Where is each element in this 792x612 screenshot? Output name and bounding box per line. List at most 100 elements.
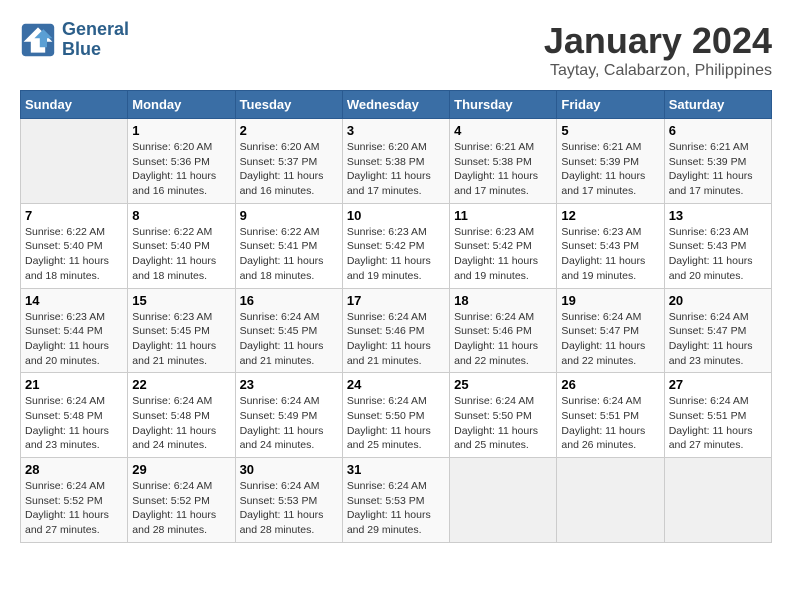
day-cell: 12Sunrise: 6:23 AM Sunset: 5:43 PM Dayli… xyxy=(557,203,664,288)
day-info: Sunrise: 6:21 AM Sunset: 5:39 PM Dayligh… xyxy=(561,140,659,199)
day-info: Sunrise: 6:24 AM Sunset: 5:46 PM Dayligh… xyxy=(454,310,552,369)
day-cell: 6Sunrise: 6:21 AM Sunset: 5:39 PM Daylig… xyxy=(664,119,771,204)
page-header: General Blue January 2024 Taytay, Calaba… xyxy=(20,20,772,80)
day-info: Sunrise: 6:24 AM Sunset: 5:48 PM Dayligh… xyxy=(132,394,230,453)
day-cell: 24 Sunrise: 6:24 AM Sunset: 5:50 PM Dayli… xyxy=(342,373,449,458)
day-number: 4 xyxy=(454,123,552,138)
column-header-thursday: Thursday xyxy=(450,91,557,119)
day-cell xyxy=(21,119,128,204)
day-number: 5 xyxy=(561,123,659,138)
day-number: 27 xyxy=(669,377,767,392)
day-cell: 30Sunrise: 6:24 AM Sunset: 5:53 PM Dayli… xyxy=(235,458,342,543)
day-info: Sunrise: 6:24 AM Sunset: 5:53 PM Dayligh… xyxy=(240,479,338,538)
day-number: 23 xyxy=(240,377,338,392)
column-header-tuesday: Tuesday xyxy=(235,91,342,119)
title-block: January 2024 Taytay, Calabarzon, Philipp… xyxy=(544,20,772,80)
day-cell: 7Sunrise: 6:22 AM Sunset: 5:40 PM Daylig… xyxy=(21,203,128,288)
day-cell: 20 Sunrise: 6:24 AM Sunset: 5:47 PM Dayli… xyxy=(664,288,771,373)
day-number: 9 xyxy=(240,208,338,223)
day-info: Sunrise: 6:24 AM Sunset: 5:53 PM Dayligh… xyxy=(347,479,445,538)
day-cell: 4 Sunrise: 6:21 AM Sunset: 5:38 PM Daylig… xyxy=(450,119,557,204)
day-cell: 5 Sunrise: 6:21 AM Sunset: 5:39 PM Daylig… xyxy=(557,119,664,204)
day-number: 25 xyxy=(454,377,552,392)
day-number: 31 xyxy=(347,462,445,477)
day-info: Sunrise: 6:24 AM Sunset: 5:48 PM Dayligh… xyxy=(25,394,123,453)
logo-text: General Blue xyxy=(62,20,129,60)
column-header-saturday: Saturday xyxy=(664,91,771,119)
day-info: Sunrise: 6:24 AM Sunset: 5:51 PM Dayligh… xyxy=(669,394,767,453)
day-info: Sunrise: 6:24 AM Sunset: 5:49 PM Dayligh… xyxy=(240,394,338,453)
logo-line2: Blue xyxy=(62,40,129,60)
day-info: Sunrise: 6:23 AM Sunset: 5:44 PM Dayligh… xyxy=(25,310,123,369)
day-number: 1 xyxy=(132,123,230,138)
logo: General Blue xyxy=(20,20,129,60)
day-cell xyxy=(450,458,557,543)
column-header-friday: Friday xyxy=(557,91,664,119)
day-info: Sunrise: 6:20 AM Sunset: 5:38 PM Dayligh… xyxy=(347,140,445,199)
day-info: Sunrise: 6:24 AM Sunset: 5:47 PM Dayligh… xyxy=(561,310,659,369)
day-cell xyxy=(557,458,664,543)
day-number: 28 xyxy=(25,462,123,477)
day-number: 16 xyxy=(240,293,338,308)
header-row: SundayMondayTuesdayWednesdayThursdayFrid… xyxy=(21,91,772,119)
week-row-3: 14 Sunrise: 6:23 AM Sunset: 5:44 PM Dayli… xyxy=(21,288,772,373)
column-header-wednesday: Wednesday xyxy=(342,91,449,119)
day-cell: 21 Sunrise: 6:24 AM Sunset: 5:48 PM Dayli… xyxy=(21,373,128,458)
column-header-sunday: Sunday xyxy=(21,91,128,119)
day-info: Sunrise: 6:23 AM Sunset: 5:42 PM Dayligh… xyxy=(454,225,552,284)
day-number: 8 xyxy=(132,208,230,223)
day-info: Sunrise: 6:23 AM Sunset: 5:45 PM Dayligh… xyxy=(132,310,230,369)
day-info: Sunrise: 6:23 AM Sunset: 5:43 PM Dayligh… xyxy=(561,225,659,284)
day-number: 26 xyxy=(561,377,659,392)
day-cell: 10Sunrise: 6:23 AM Sunset: 5:42 PM Dayli… xyxy=(342,203,449,288)
subtitle: Taytay, Calabarzon, Philippines xyxy=(544,62,772,80)
day-number: 2 xyxy=(240,123,338,138)
day-number: 14 xyxy=(25,293,123,308)
week-row-5: 28Sunrise: 6:24 AM Sunset: 5:52 PM Dayli… xyxy=(21,458,772,543)
day-cell: 23 Sunrise: 6:24 AM Sunset: 5:49 PM Dayli… xyxy=(235,373,342,458)
day-info: Sunrise: 6:24 AM Sunset: 5:50 PM Dayligh… xyxy=(347,394,445,453)
day-cell: 27 Sunrise: 6:24 AM Sunset: 5:51 PM Dayli… xyxy=(664,373,771,458)
logo-icon xyxy=(20,22,56,58)
day-cell: 1Sunrise: 6:20 AM Sunset: 5:36 PM Daylig… xyxy=(128,119,235,204)
day-number: 19 xyxy=(561,293,659,308)
column-header-monday: Monday xyxy=(128,91,235,119)
day-cell: 3 Sunrise: 6:20 AM Sunset: 5:38 PM Daylig… xyxy=(342,119,449,204)
day-number: 24 xyxy=(347,377,445,392)
day-number: 29 xyxy=(132,462,230,477)
day-info: Sunrise: 6:22 AM Sunset: 5:41 PM Dayligh… xyxy=(240,225,338,284)
day-cell: 8Sunrise: 6:22 AM Sunset: 5:40 PM Daylig… xyxy=(128,203,235,288)
day-cell: 15 Sunrise: 6:23 AM Sunset: 5:45 PM Dayli… xyxy=(128,288,235,373)
day-info: Sunrise: 6:21 AM Sunset: 5:39 PM Dayligh… xyxy=(669,140,767,199)
day-cell: 22Sunrise: 6:24 AM Sunset: 5:48 PM Dayli… xyxy=(128,373,235,458)
day-cell: 2Sunrise: 6:20 AM Sunset: 5:37 PM Daylig… xyxy=(235,119,342,204)
day-number: 21 xyxy=(25,377,123,392)
day-number: 7 xyxy=(25,208,123,223)
day-cell: 18 Sunrise: 6:24 AM Sunset: 5:46 PM Dayli… xyxy=(450,288,557,373)
day-cell: 13 Sunrise: 6:23 AM Sunset: 5:43 PM Dayli… xyxy=(664,203,771,288)
day-number: 3 xyxy=(347,123,445,138)
day-info: Sunrise: 6:23 AM Sunset: 5:42 PM Dayligh… xyxy=(347,225,445,284)
day-cell: 26 Sunrise: 6:24 AM Sunset: 5:51 PM Dayli… xyxy=(557,373,664,458)
day-cell: 31 Sunrise: 6:24 AM Sunset: 5:53 PM Dayli… xyxy=(342,458,449,543)
day-info: Sunrise: 6:24 AM Sunset: 5:50 PM Dayligh… xyxy=(454,394,552,453)
day-number: 15 xyxy=(132,293,230,308)
day-cell: 19 Sunrise: 6:24 AM Sunset: 5:47 PM Dayli… xyxy=(557,288,664,373)
day-number: 18 xyxy=(454,293,552,308)
day-number: 17 xyxy=(347,293,445,308)
day-cell: 9 Sunrise: 6:22 AM Sunset: 5:41 PM Daylig… xyxy=(235,203,342,288)
day-number: 11 xyxy=(454,208,552,223)
day-cell: 14 Sunrise: 6:23 AM Sunset: 5:44 PM Dayli… xyxy=(21,288,128,373)
day-number: 13 xyxy=(669,208,767,223)
day-cell xyxy=(664,458,771,543)
day-info: Sunrise: 6:24 AM Sunset: 5:47 PM Dayligh… xyxy=(669,310,767,369)
day-cell: 28Sunrise: 6:24 AM Sunset: 5:52 PM Dayli… xyxy=(21,458,128,543)
day-cell: 29Sunrise: 6:24 AM Sunset: 5:52 PM Dayli… xyxy=(128,458,235,543)
day-cell: 17Sunrise: 6:24 AM Sunset: 5:46 PM Dayli… xyxy=(342,288,449,373)
day-number: 20 xyxy=(669,293,767,308)
week-row-1: 1Sunrise: 6:20 AM Sunset: 5:36 PM Daylig… xyxy=(21,119,772,204)
main-title: January 2024 xyxy=(544,20,772,62)
day-info: Sunrise: 6:21 AM Sunset: 5:38 PM Dayligh… xyxy=(454,140,552,199)
day-info: Sunrise: 6:24 AM Sunset: 5:51 PM Dayligh… xyxy=(561,394,659,453)
day-info: Sunrise: 6:23 AM Sunset: 5:43 PM Dayligh… xyxy=(669,225,767,284)
